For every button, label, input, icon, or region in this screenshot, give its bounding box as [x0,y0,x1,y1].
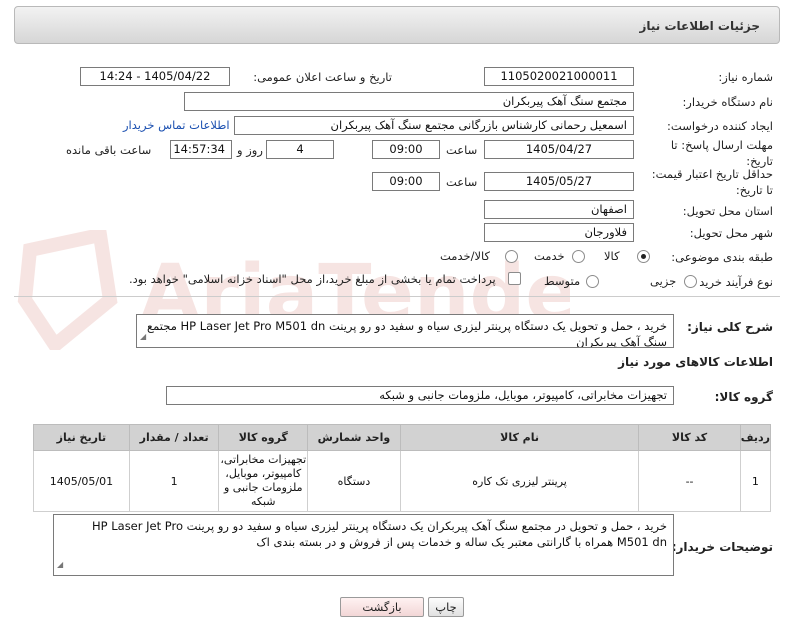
cell-date: 1405/05/01 [33,450,130,512]
announce-datetime-field: 1405/04/22 - 14:24 [80,67,230,86]
watermark-shield-icon [17,230,118,350]
col-header-code: کد کالا [638,424,741,451]
purchase-minor-label: جزیی [650,274,677,288]
buyer-notes-textarea[interactable]: خرید ، حمل و تحویل در مجتمع سنگ آهک پیرب… [53,514,674,576]
reply-deadline-date: 1405/04/27 [484,140,634,159]
reply-deadline-label: مهلت ارسال پاسخ: تا تاریخ: [670,138,773,168]
items-table: ردیف کد کالا نام کالا واحد شمارش گروه کا… [33,424,772,512]
cell-group-line: تجهیزات مخابراتی، [220,453,307,466]
price-validity-time: 09:00 [372,172,440,191]
need-number-field: 1105020021000011 [484,67,634,86]
section-divider [14,296,780,297]
reply-deadline-time: 09:00 [372,140,440,159]
col-header-group: گروه کالا [218,424,309,451]
price-validity-time-label: ساعت [446,175,478,189]
reply-days-label: روز و [237,143,263,157]
purchase-medium-label: متوسط [544,274,581,288]
category-service-label: خدمت [534,249,565,263]
cell-group-line: ملزومات جانبی و [223,481,303,494]
purchase-type-label: نوع فرآیند خرید : [691,275,773,289]
buyer-org-field: مجتمع سنگ آهک پیربکران [184,92,634,111]
description-line-1: خرید ، حمل و تحویل یک دستگاه پرینتر لیزر… [147,319,667,333]
cell-index: 1 [739,450,772,512]
col-header-qty: تعداد / مقدار [128,424,220,451]
col-header-unit: واحد شمارش [307,424,401,451]
buyer-notes-line-2: M501 dn همراه با گارانتی معتبر یک ساله و… [256,535,667,549]
cell-qty: 1 [128,450,220,512]
category-service-radio[interactable] [572,250,585,263]
description-label: شرح کلی نیاز: [687,320,773,334]
table-header-row: ردیف کد کالا نام کالا واحد شمارش گروه کا… [33,424,772,451]
cell-group-line: شبکه [251,495,276,508]
cell-group-line: کامپیوتر، موبایل، [225,467,302,480]
province-label: استان محل تحویل: [682,204,773,218]
page-title: جزئیات اطلاعات نیاز [639,19,760,33]
buyer-org-label: نام دستگاه خریدار: [682,95,773,109]
col-header-index: ردیف [739,424,772,451]
announce-datetime-label: تاریخ و ساعت اعلان عمومی: [253,70,392,84]
goods-group-field: تجهیزات مخابراتی، کامپیوتر، موبایل، ملزو… [166,386,674,405]
table-row: 1 -- پرینتر لیزری تک کاره دستگاه تجهیزات… [33,450,772,512]
purchase-minor-radio[interactable] [684,275,697,288]
city-field: فلاورجان [484,223,634,242]
back-button[interactable]: بازگشت [340,597,424,617]
cell-group: تجهیزات مخابراتی، کامپیوتر، موبایل، ملزو… [218,450,309,512]
treasury-payment-note: پرداخت تمام یا بخشی از مبلغ خرید،از محل … [129,272,496,286]
cell-unit: دستگاه [307,450,401,512]
buyer-notes-line-1: خرید ، حمل و تحویل در مجتمع سنگ آهک پیرب… [92,519,667,533]
city-label: شهر محل تحویل: [689,226,773,240]
price-validity-date: 1405/05/27 [484,172,634,191]
category-goods-radio[interactable] [637,250,650,263]
requester-field: اسمعیل رحمانی کارشناس بازرگانی مجتمع سنگ… [234,116,634,135]
category-label: طبقه بندی موضوعی: [671,250,773,264]
remaining-time-label: ساعت باقی مانده [66,143,152,157]
description-line-2: سنگ آهک پیربکران [576,335,667,348]
treasury-payment-checkbox[interactable] [508,272,521,285]
category-goods-service-label: کالا/خدمت [440,249,491,263]
need-number-label: شماره نیاز: [718,70,773,84]
requester-label: ایجاد کننده درخواست: [667,119,773,133]
cell-code: -- [638,450,741,512]
reply-days-field: 4 [266,140,334,159]
purchase-medium-radio[interactable] [586,275,599,288]
province-field: اصفهان [484,200,634,219]
col-header-date: تاریخ نیاز [33,424,130,451]
buyer-notes-label: توضیحات خریدار: [671,540,773,554]
cell-name: پرینتر لیزری تک کاره [399,450,640,512]
category-goods-service-radio[interactable] [505,250,518,263]
buyer-contact-link[interactable]: اطلاعات تماس خریدار [123,118,230,132]
resize-grip-icon[interactable]: ◢ [140,329,146,345]
col-header-name: نام کالا [399,424,640,451]
description-textarea[interactable]: خرید ، حمل و تحویل یک دستگاه پرینتر لیزر… [136,314,674,348]
goods-group-label: گروه کالا: [714,390,773,404]
price-validity-label: حداقل تاریخ اعتبار قیمت: تا تاریخ: [651,167,773,197]
print-button[interactable]: چاپ [428,597,464,617]
reply-deadline-time-label: ساعت [446,143,478,157]
resize-grip-icon[interactable]: ◢ [57,557,63,573]
goods-section-title: اطلاعات کالاهای مورد نیاز [618,355,773,369]
remaining-time-field: 14:57:34 [170,140,232,159]
category-goods-label: کالا [604,249,620,263]
